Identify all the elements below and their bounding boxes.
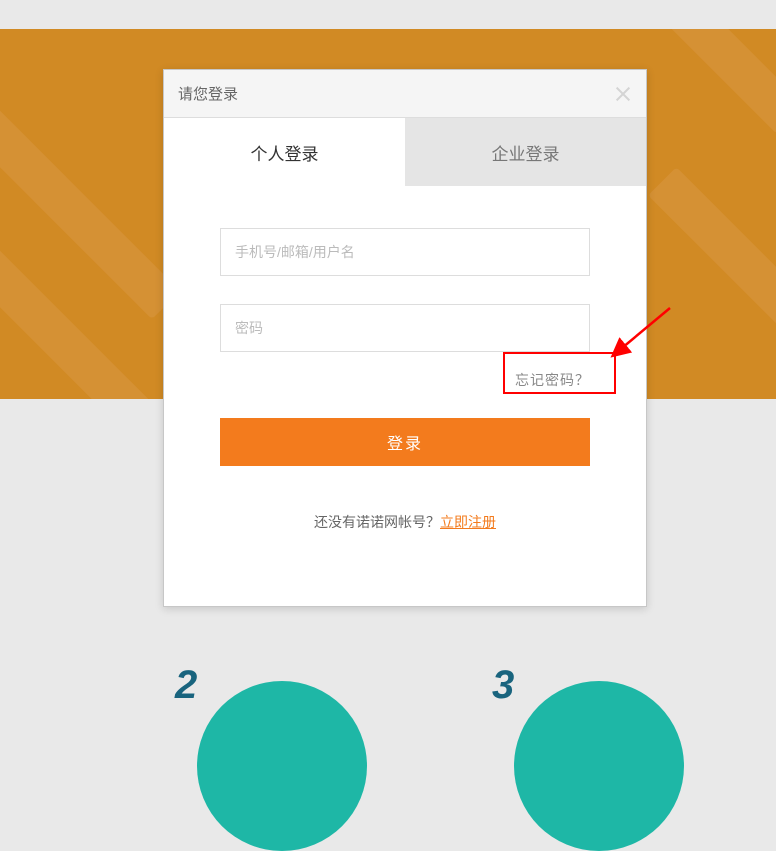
close-icon[interactable] — [614, 85, 632, 103]
password-input[interactable] — [220, 304, 590, 352]
register-prompt-text: 还没有诺诺网帐号？ — [314, 514, 440, 530]
username-input[interactable] — [220, 228, 590, 276]
modal-header: 请您登录 — [164, 70, 646, 118]
tab-personal-login[interactable]: 个人登录 — [164, 118, 405, 186]
login-button[interactable]: 登录 — [220, 418, 590, 466]
login-form: 忘记密码？ 登录 还没有诺诺网帐号？立即注册 — [164, 186, 646, 532]
login-modal: 请您登录 个人登录 企业登录 忘记密码？ 登录 还没有诺诺网帐号？立即注册 — [163, 69, 647, 607]
tab-enterprise-login[interactable]: 企业登录 — [405, 118, 646, 186]
register-link[interactable]: 立即注册 — [440, 514, 496, 530]
login-tabs: 个人登录 企业登录 — [164, 118, 646, 186]
modal-title: 请您登录 — [178, 83, 238, 104]
register-prompt-row: 还没有诺诺网帐号？立即注册 — [220, 512, 590, 532]
forgot-password-link[interactable]: 忘记密码？ — [515, 372, 590, 388]
